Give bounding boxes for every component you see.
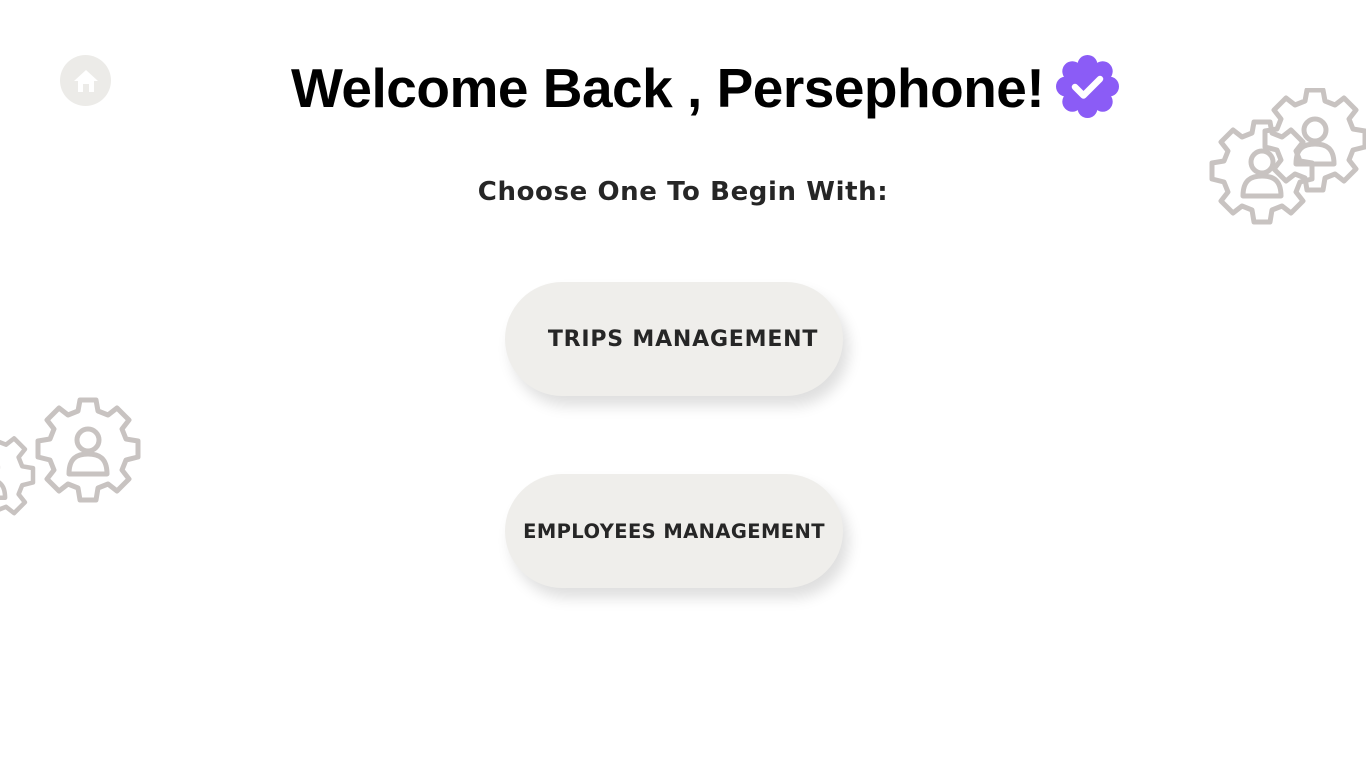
home-icon (73, 69, 98, 92)
gear-user-icon (1265, 90, 1365, 190)
gear-user-icon (1212, 122, 1312, 222)
gear-user-icon (38, 400, 138, 500)
verified-check-icon (1056, 55, 1119, 118)
page-title: Welcome Back , Persephone! (291, 57, 1045, 119)
choose-prompt: Choose One To Begin With: (477, 177, 889, 207)
trips-management-button[interactable]: TRIPS MANAGEMENT (505, 282, 843, 396)
gear-user-icon (0, 431, 33, 521)
employees-management-button[interactable]: EMPLOYEES MANAGEMENT (505, 474, 843, 588)
page: Welcome Back , Persephone! Choose One To… (0, 0, 1366, 768)
gear-user-icon-group-right (1205, 88, 1366, 228)
gear-user-icon-group-left (0, 396, 146, 526)
home-button[interactable] (60, 55, 111, 106)
